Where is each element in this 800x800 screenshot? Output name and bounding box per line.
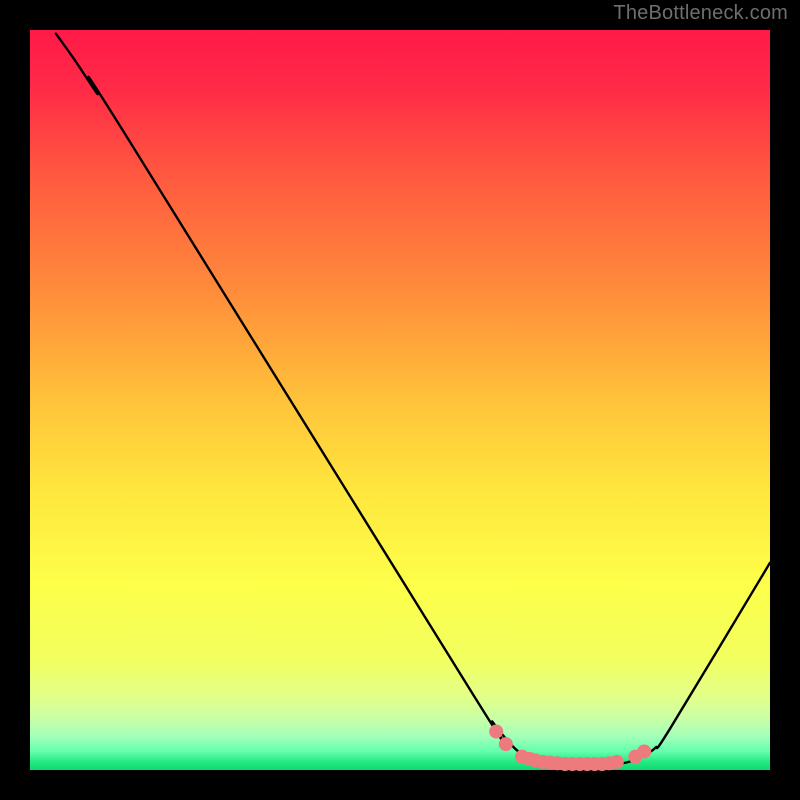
- chart-stage: TheBottleneck.com: [0, 0, 800, 800]
- plot-area: [30, 30, 770, 770]
- chart-canvas: [0, 0, 800, 800]
- watermark-label: TheBottleneck.com: [613, 2, 788, 25]
- highlight-marker: [610, 755, 624, 769]
- highlight-marker: [489, 724, 503, 738]
- highlight-marker: [637, 744, 651, 758]
- highlight-marker: [499, 737, 513, 751]
